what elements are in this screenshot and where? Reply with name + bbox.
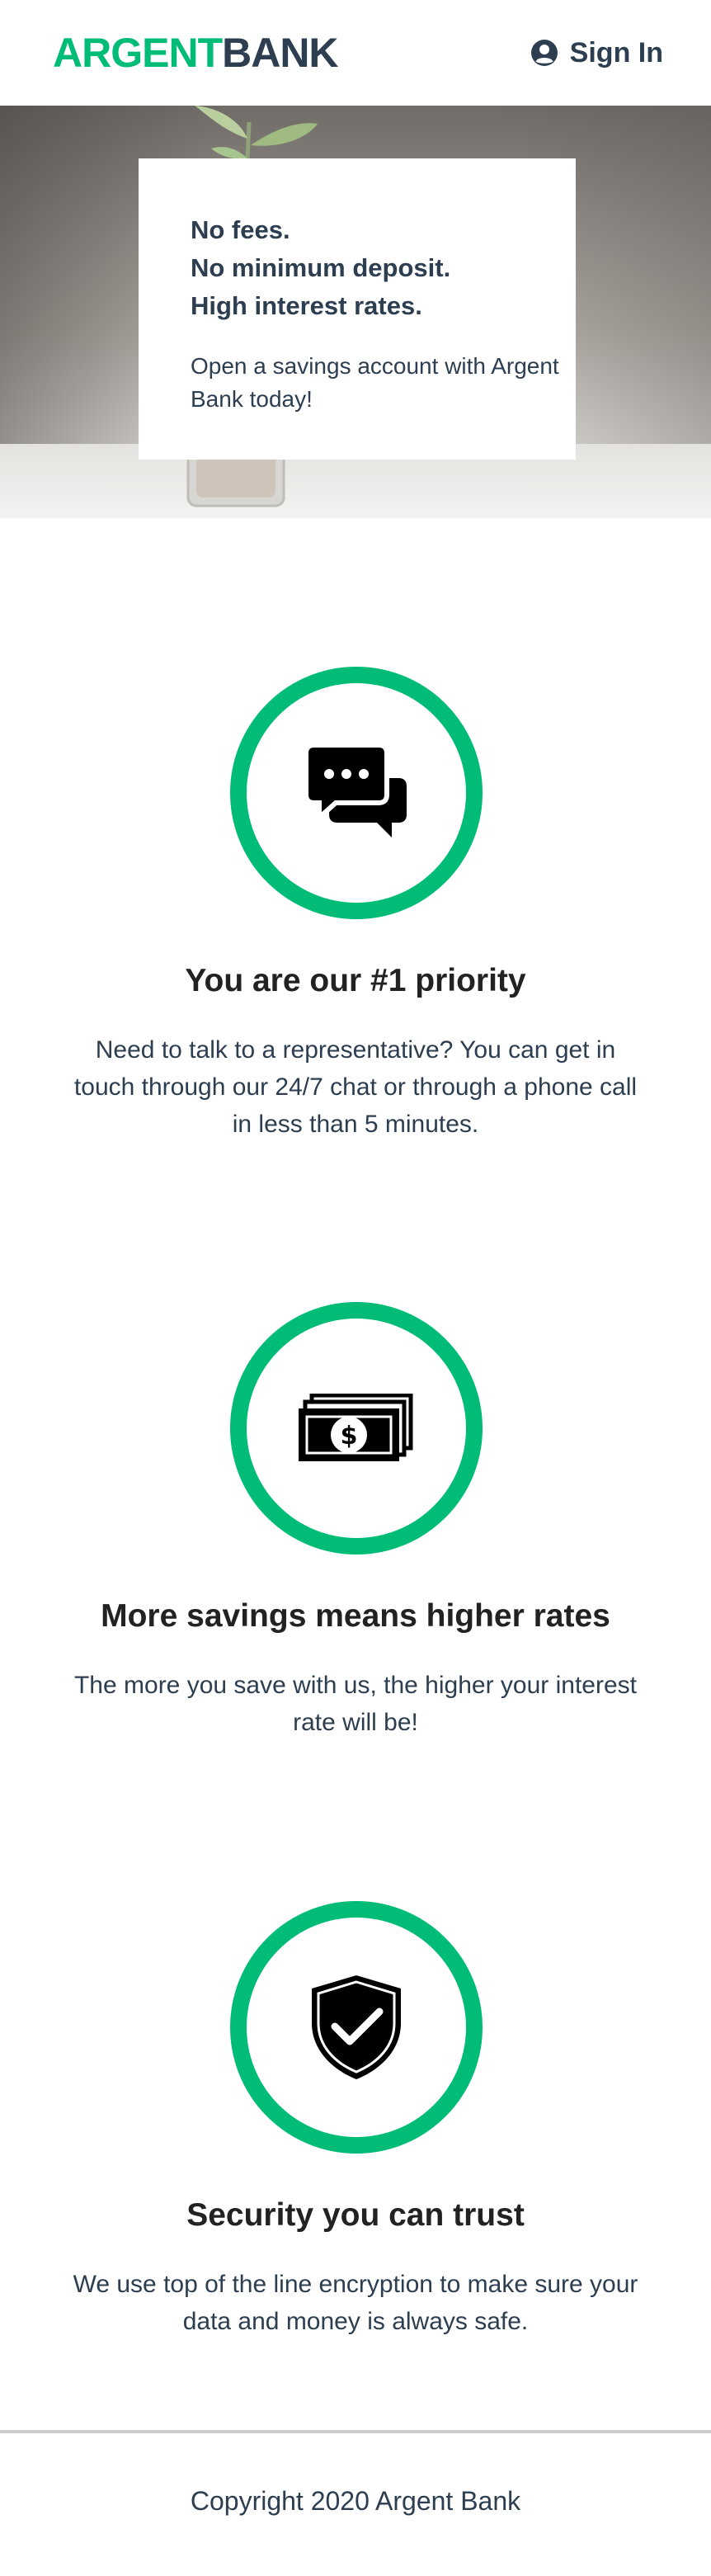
security-shield-icon [312, 1975, 401, 2079]
hero-banner: No fees. No minimum deposit. High intere… [0, 106, 711, 518]
hero-subtitle: High interest rates. [191, 291, 422, 320]
feature-title: Security you can trust [186, 2197, 525, 2233]
sign-in-label: Sign In [569, 36, 663, 68]
main-nav: ARGENT BANK Sign In [0, 0, 711, 106]
footer-copyright: Copyright 2020 Argent Bank [190, 2486, 521, 2516]
footer: Copyright 2020 Argent Bank [0, 2430, 711, 2576]
feature-text: Need to talk to a representative? You ca… [73, 1036, 638, 1138]
money-icon: $ [299, 1394, 413, 1461]
logo-text-bank: BANK [222, 30, 338, 76]
svg-text:$: $ [341, 1422, 358, 1451]
logo-link[interactable]: ARGENT BANK [53, 30, 339, 76]
chat-icon [304, 745, 407, 837]
feature-icon-ring [230, 667, 483, 919]
feature-icon-ring: $ [230, 1302, 483, 1555]
hero-text: Open a savings account with Argent Bank … [191, 353, 559, 412]
hero-card: No fees. No minimum deposit. High intere… [139, 158, 576, 460]
feature-text: We use top of the line encryption to mak… [73, 2271, 638, 2335]
feature-icon-ring [230, 1901, 483, 2154]
sign-in-link[interactable]: Sign In [530, 37, 663, 69]
hero-subtitle: No fees. [191, 215, 290, 244]
feature-text: The more you save with us, the higher yo… [73, 1672, 637, 1736]
hero-subtitle: No minimum deposit. [191, 253, 451, 282]
feature-title: More savings means higher rates [101, 1598, 610, 1634]
user-circle-icon [530, 40, 558, 66]
logo-text-argent: ARGENT [53, 30, 223, 76]
feature-title: You are our #1 priority [185, 963, 526, 998]
